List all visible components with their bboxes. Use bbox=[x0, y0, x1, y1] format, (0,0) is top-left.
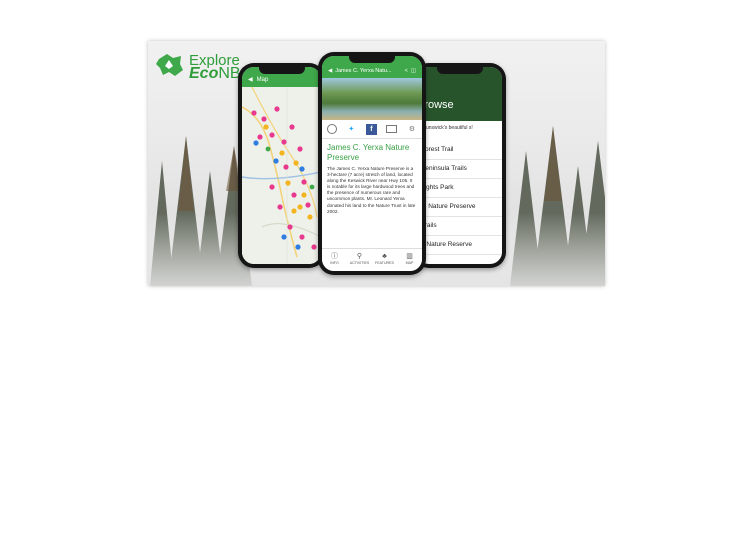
share-icon[interactable]: < bbox=[405, 68, 408, 74]
map-icon: ▥ bbox=[406, 253, 413, 260]
back-arrow-icon[interactable]: ◀ bbox=[248, 76, 253, 83]
bicycle-icon: ⚲ bbox=[356, 253, 363, 260]
browse-list-item[interactable]: Trails bbox=[417, 217, 502, 236]
nav-activities[interactable]: ⚲ ACTIVITIES bbox=[347, 249, 372, 271]
info-icon: ⓘ bbox=[331, 253, 338, 260]
browse-list-item[interactable]: eights Park bbox=[417, 179, 502, 198]
share-toolbar: ✦ f ⚙ bbox=[322, 120, 422, 139]
detail-description: The James C. Yerxa Nature Preserve is a … bbox=[327, 166, 416, 214]
phone-notch bbox=[436, 67, 483, 74]
nav-info-label: INFO bbox=[330, 261, 339, 265]
globe-icon[interactable] bbox=[326, 124, 337, 134]
app-promo-banner: Explore EcoNB ◀ Map Browse Brunswick's b… bbox=[148, 41, 605, 286]
browse-list-item[interactable]: e Nature Reserve bbox=[417, 236, 502, 255]
nav-features[interactable]: ♣ FEATURES bbox=[372, 249, 397, 271]
detail-screen: ◀ James C. Yerxa Natu... < ◫ ✦ f ⚙ James… bbox=[322, 56, 422, 271]
phone-notch bbox=[349, 56, 395, 63]
browse-intro-text: Brunswick's beautiful s! bbox=[421, 125, 473, 131]
back-arrow-icon[interactable]: ◀ bbox=[328, 68, 332, 74]
directions-icon[interactable]: ◫ bbox=[411, 68, 416, 74]
new-brunswick-leaf-icon bbox=[156, 54, 183, 76]
nav-map-label: MAP bbox=[405, 261, 414, 265]
settings-icon[interactable]: ⚙ bbox=[406, 124, 417, 135]
nav-info[interactable]: ⓘ INFO bbox=[322, 249, 347, 271]
detail-header-title: James C. Yerxa Natu... bbox=[335, 68, 392, 74]
browse-header: Browse bbox=[417, 67, 502, 121]
facebook-icon[interactable]: f bbox=[365, 123, 377, 135]
phone-notch bbox=[258, 67, 305, 74]
browse-list-item[interactable]: Peninsula Trails bbox=[417, 160, 502, 179]
phone-detail-screen: ◀ James C. Yerxa Natu... < ◫ ✦ f ⚙ James… bbox=[318, 52, 426, 275]
map-screen: ◀ Map bbox=[242, 67, 321, 264]
nav-activities-label: ACTIVITIES bbox=[349, 261, 370, 265]
map-canvas[interactable] bbox=[242, 86, 321, 264]
bottom-navigation: ⓘ INFO ⚲ ACTIVITIES ♣ FEATURES ▥ MAP bbox=[322, 248, 422, 271]
phone-map-screen: ◀ Map bbox=[238, 63, 325, 268]
photo-gallery-icon[interactable] bbox=[386, 125, 398, 133]
preserve-photo bbox=[322, 78, 422, 120]
browse-screen: Browse Brunswick's beautiful s! Forest T… bbox=[417, 67, 502, 264]
logo-eco-text: Eco bbox=[189, 65, 219, 82]
nav-features-label: FEATURES bbox=[375, 261, 394, 265]
browse-list-item[interactable]: te Nature Preserve bbox=[417, 198, 502, 217]
detail-title: James C. Yerxa Nature Preserve bbox=[327, 143, 410, 162]
map-view[interactable] bbox=[242, 86, 321, 264]
map-title: Map bbox=[256, 77, 269, 83]
logo-econb-text: EcoNB bbox=[189, 66, 241, 82]
nav-map[interactable]: ▥ MAP bbox=[397, 249, 422, 271]
twitter-icon[interactable]: ✦ bbox=[346, 124, 357, 135]
tree-icon: ♣ bbox=[382, 253, 387, 260]
phone-browse-screen: Browse Brunswick's beautiful s! Forest T… bbox=[413, 63, 506, 268]
browse-list-item[interactable]: Forest Trail bbox=[417, 141, 502, 160]
